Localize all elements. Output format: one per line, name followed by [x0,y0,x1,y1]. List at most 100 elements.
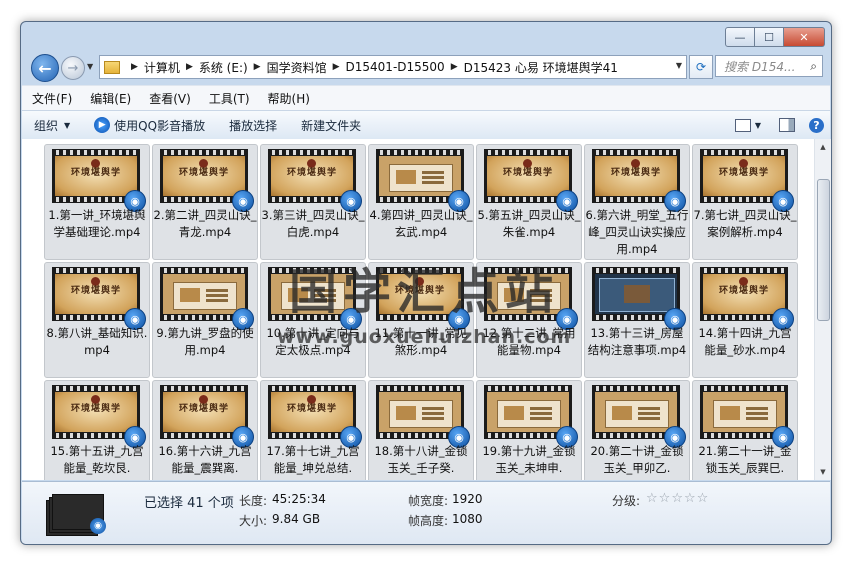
menu-edit[interactable]: 编辑(E) [80,90,139,107]
breadcrumb-item[interactable]: D15401-D15500 [346,60,445,74]
file-item[interactable]: 环境堪舆学 ◉ 15.第十五讲_九宫能量_乾坎艮. [44,380,150,480]
view-dropdown[interactable]: ▼ [755,121,761,130]
preview-pane-icon[interactable] [779,118,795,132]
menu-tools[interactable]: 工具(T) [199,90,258,107]
length-value: 45:25:34 [272,492,326,506]
frame-width-value: 1920 [452,492,483,506]
thumbnail-title: 环境堪舆学 [610,168,661,178]
file-name: 21.第二十一讲_金锁玉关_辰巽巳. [698,444,792,475]
thumbnail-title: 环境堪舆学 [178,168,229,178]
menu-bar: 文件(F) 编辑(E) 查看(V) 工具(T) 帮助(H) [22,85,830,110]
file-item[interactable]: 环境堪舆学 ◉ 14.第十四讲_九宫能量_砂水.mp4 [692,262,798,378]
search-input[interactable]: 搜索 D154... ⌕ [715,55,823,77]
file-item[interactable]: 环境堪舆学 ◉ 7.第七讲_四灵山诀_案例解析.mp4 [692,144,798,260]
file-item[interactable]: 环境堪舆学 ◉ 16.第十六讲_九宫能量_震巽离. [152,380,258,480]
file-item[interactable]: 环境堪舆学 ◉ 6.第六讲_明堂_五行峰_四灵山诀实操应用.mp4 [584,144,690,260]
thumbnail-title: 环境堪舆学 [502,168,553,178]
navigation-bar: ← → ▼ ▶ 计算机 ▶ 系统 (E:) ▶ 国学资料馆 ▶ D15401-D… [21,52,831,82]
close-button[interactable]: ✕ [784,27,825,47]
refresh-button[interactable]: ⟳ [689,55,713,79]
file-item[interactable]: ◉ 21.第二十一讲_金锁玉关_辰巽巳. [692,380,798,480]
file-item[interactable]: ◉ 19.第十九讲_金锁玉关_未坤申. [476,380,582,480]
play-selection-button[interactable]: 播放选择 [217,111,289,139]
menu-help[interactable]: 帮助(H) [258,90,318,107]
menu-view[interactable]: 查看(V) [139,90,199,107]
file-item[interactable]: 环境堪舆学 ◉ 17.第十七讲_九宫能量_坤兑总结. [260,380,366,480]
file-name: 17.第十七讲_九宫能量_坤兑总结. [266,444,360,475]
file-item[interactable]: ◉ 9.第九讲_罗盘的使用.mp4 [152,262,258,378]
star-icon[interactable]: ☆ [646,491,659,506]
file-name: 14.第十四讲_九宫能量_砂水.mp4 [698,326,792,357]
search-placeholder: 搜索 D154... [724,59,796,74]
new-folder-button[interactable]: 新建文件夹 [289,111,373,139]
file-name: 13.第十三讲_房屋结构注意事项.mp4 [587,326,687,357]
video-badge-icon: ◉ [90,518,106,534]
file-item[interactable]: 环境堪舆学 ◉ 5.第五讲_四灵山诀_朱雀.mp4 [476,144,582,260]
scroll-up-icon[interactable]: ▲ [816,140,830,154]
star-icon[interactable]: ☆ [684,491,697,506]
play-with-qq-button[interactable]: ▶ 使用QQ影音播放 [82,111,217,139]
file-item[interactable]: 环境堪舆学 ◉ 3.第三讲_四灵山诀_白虎.mp4 [260,144,366,260]
change-view-icon[interactable] [734,118,751,132]
details-pane: ◉ 已选择 41 个项 长度: 45:25:34 大小: 9.84 GB 帧宽度… [22,481,830,544]
rating-stars[interactable]: ☆☆☆☆☆ [646,491,709,506]
breadcrumb-item[interactable]: 系统 (E:) [199,59,248,76]
thumbnail-title: 环境堪舆学 [70,404,121,414]
thumbnail-title: 环境堪舆学 [718,168,769,178]
thumbnail-title: 环境堪舆学 [718,286,769,296]
file-item[interactable]: ◉ 4.第四讲_四灵山诀_玄武.mp4 [368,144,474,260]
title-bar[interactable]: — ☐ ✕ [21,22,831,50]
file-name: 16.第十六讲_九宫能量_震巽离. [158,444,252,475]
scroll-down-icon[interactable]: ▼ [816,465,830,479]
thumbnail-title: 环境堪舆学 [70,168,121,178]
star-icon[interactable]: ☆ [659,491,672,506]
file-name: 2.第二讲_四灵山诀_青龙.mp4 [153,208,257,239]
star-icon[interactable]: ☆ [697,491,710,506]
file-item[interactable]: 环境堪舆学 ◉ 8.第八讲_基础知识.mp4 [44,262,150,378]
frame-width-label: 帧宽度: [408,494,449,508]
frame-height-label: 帧高度: [408,514,449,528]
watermark-url: www.guoxuehuizhan.com [277,326,572,348]
star-icon[interactable]: ☆ [671,491,684,506]
length-label: 长度: [239,494,268,508]
thumbnail-title: 环境堪舆学 [70,286,121,296]
menu-file[interactable]: 文件(F) [22,90,80,107]
arrow-left-icon: ← [38,58,52,78]
address-bar[interactable]: ▶ 计算机 ▶ 系统 (E:) ▶ 国学资料馆 ▶ D15401-D15500 … [99,55,687,79]
file-name: 3.第三讲_四灵山诀_白虎.mp4 [261,208,365,239]
thumbnail-title: 环境堪舆学 [286,168,337,178]
recent-pages-dropdown[interactable]: ▼ [87,62,93,71]
breadcrumb: ▶ 计算机 ▶ 系统 (E:) ▶ 国学资料馆 ▶ D15401-D15500 … [131,59,618,76]
vertical-scrollbar[interactable]: ▲ ▼ [814,139,831,480]
file-item[interactable]: ◉ 18.第十八讲_金锁玉关_壬子癸. [368,380,474,480]
file-name: 8.第八讲_基础知识.mp4 [46,326,148,357]
file-item[interactable]: ◉ 20.第二十讲_金锁玉关_甲卯乙. [584,380,690,480]
help-icon[interactable]: ? [809,117,824,133]
file-item[interactable]: ◉ 13.第十三讲_房屋结构注意事项.mp4 [584,262,690,378]
selected-count: 已选择 41 个项 [144,496,234,511]
file-name: 1.第一讲_环境堪舆学基础理论.mp4 [48,208,146,239]
breadcrumb-item[interactable]: D15423 心易 环境堪舆学41 [464,59,618,76]
command-bar: 组织 ▼ ▶ 使用QQ影音播放 播放选择 新建文件夹 ▼ ? [22,110,830,140]
minimize-button[interactable]: — [725,27,755,47]
chevron-down-icon: ▼ [64,120,71,130]
forward-button[interactable]: → [61,56,85,80]
file-item[interactable]: 环境堪舆学 ◉ 2.第二讲_四灵山诀_青龙.mp4 [152,144,258,260]
file-name: 15.第十五讲_九宫能量_乾坎艮. [50,444,144,475]
back-button[interactable]: ← [31,54,59,82]
address-dropdown[interactable]: ▼ [676,61,682,70]
file-item[interactable]: 环境堪舆学 ◉ 1.第一讲_环境堪舆学基础理论.mp4 [44,144,150,260]
file-name: 5.第五讲_四灵山诀_朱雀.mp4 [477,208,581,239]
search-icon[interactable]: ⌕ [810,59,817,74]
maximize-button[interactable]: ☐ [755,27,784,47]
breadcrumb-item[interactable]: 国学资料馆 [267,59,327,76]
selection-thumbnail-stack: ◉ [46,494,106,536]
file-name: 4.第四讲_四灵山诀_玄武.mp4 [369,208,473,239]
thumbnail-title: 环境堪舆学 [286,404,337,414]
scrollbar-thumb[interactable] [817,179,830,321]
file-name: 19.第十九讲_金锁玉关_未坤申. [482,444,576,475]
file-name: 18.第十八讲_金锁玉关_壬子癸. [374,444,468,475]
organize-button[interactable]: 组织 ▼ [22,111,82,139]
refresh-icon: ⟳ [695,60,707,74]
breadcrumb-item[interactable]: 计算机 [144,59,180,76]
